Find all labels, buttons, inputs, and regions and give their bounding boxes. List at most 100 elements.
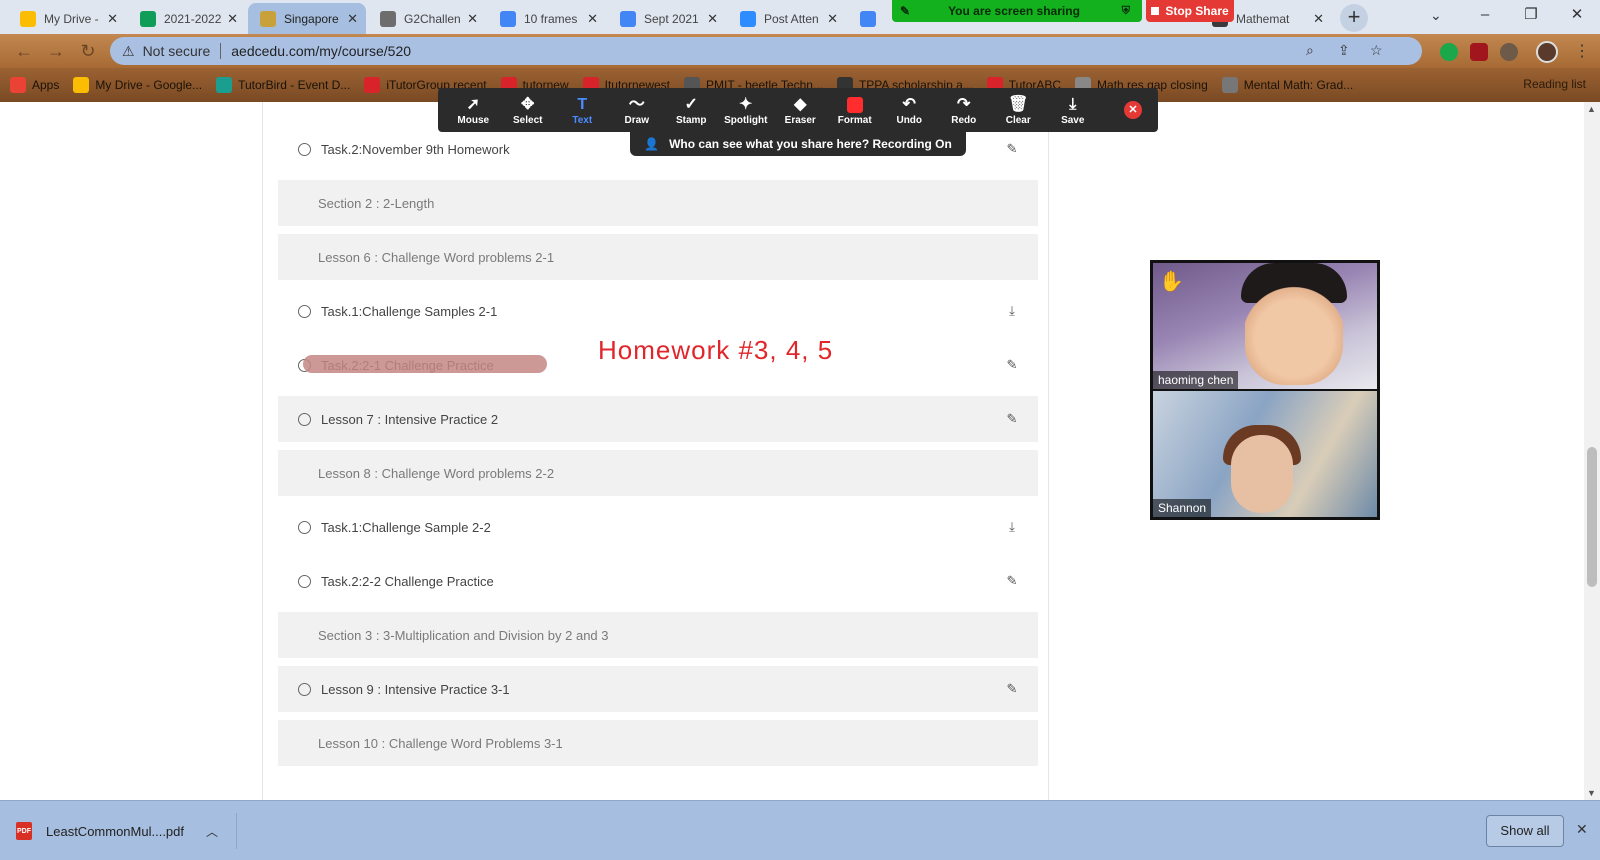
annotate-mouse-button[interactable]: ➚ Mouse <box>446 95 501 126</box>
task-row[interactable]: Task.2:2-2 Challenge Practice ✎ <box>278 558 1038 604</box>
download-item[interactable]: PDF LeastCommonMul....pdf ︿ <box>16 815 218 847</box>
save-icon: ⤓ <box>1069 95 1077 113</box>
restore-button[interactable]: ❐ <box>1508 0 1554 34</box>
annotate-save-button[interactable]: ⤓ Save <box>1046 95 1101 126</box>
video-tile[interactable]: ✋ haoming chen <box>1153 263 1377 389</box>
close-tab-icon[interactable]: ✕ <box>227 11 238 27</box>
radio-button[interactable] <box>298 412 311 426</box>
tab[interactable]: Singapore ✕ <box>248 3 366 34</box>
annotate-draw-button[interactable]: 〜 Draw <box>610 95 665 126</box>
close-annotation-icon[interactable]: ✕ <box>1124 101 1142 119</box>
annotate-select-button[interactable]: ✥ Select <box>501 95 556 126</box>
annotate-undo-button[interactable]: ↶ Undo <box>882 95 937 126</box>
tab-title: Singapore <box>284 11 339 26</box>
task-row[interactable]: Task.1:Challenge Samples 2-1 ⤓ <box>278 288 1038 334</box>
bookmark-item[interactable]: Mental Math: Grad... <box>1221 77 1353 93</box>
radio-button[interactable] <box>298 574 311 588</box>
lesson-row[interactable]: Lesson 8 : Challenge Word problems 2-2 <box>278 450 1038 496</box>
section-row[interactable]: Section 3 : 3-Multiplication and Divisio… <box>278 612 1038 658</box>
edit-icon[interactable]: ✎ <box>1002 141 1022 157</box>
close-tab-icon[interactable]: ✕ <box>107 11 118 27</box>
trash-icon: 🗑 <box>1008 95 1029 113</box>
tab[interactable]: 2021-2022 ✕ <box>128 3 246 34</box>
reload-icon[interactable]: ↻ <box>76 41 100 62</box>
tab[interactable]: S <box>848 3 888 34</box>
radio-button[interactable] <box>298 142 311 156</box>
annotate-eraser-button[interactable]: ◆ Eraser <box>773 95 828 126</box>
forward-icon[interactable]: → <box>44 41 68 62</box>
chevron-up-icon[interactable]: ︿ <box>206 823 218 840</box>
divider <box>236 813 237 849</box>
bookmark-star-icon[interactable]: ☆ <box>1370 42 1383 59</box>
bookmark-label: My Drive - Google... <box>95 78 203 92</box>
close-window-button[interactable]: ✕ <box>1554 0 1600 34</box>
annotate-clear-button[interactable]: 🗑 Clear <box>991 95 1046 126</box>
tab-favicon-icon <box>260 10 276 27</box>
zoom-lens-icon[interactable]: ⌕ <box>1306 42 1314 59</box>
row-label: Lesson 7 : Intensive Practice 2 <box>321 411 499 427</box>
scroll-down-icon[interactable]: ▼ <box>1587 788 1596 798</box>
address-bar[interactable]: ⚠ Not secure aedcedu.com/my/course/520 ⌕… <box>110 37 1422 65</box>
section-row[interactable]: Section 2 : 2-Length <box>278 180 1038 226</box>
edit-icon[interactable]: ✎ <box>1002 573 1022 589</box>
lesson-row[interactable]: Lesson 10 : Challenge Word Problems 3-1 <box>278 720 1038 766</box>
annotate-tool-label: Spotlight <box>724 114 768 126</box>
close-icon[interactable]: ✕ <box>1576 821 1588 838</box>
annotate-spotlight-button[interactable]: ✦ Spotlight <box>719 95 774 126</box>
scrollbar-thumb[interactable] <box>1587 447 1597 587</box>
menu-icon[interactable]: ⋮ <box>1574 41 1590 61</box>
download-icon[interactable]: ⤓ <box>1002 519 1022 535</box>
share-icon[interactable]: ⇪ <box>1338 42 1350 59</box>
bookmark-item[interactable]: Apps <box>10 77 59 93</box>
close-tab-icon[interactable]: ✕ <box>827 11 838 27</box>
puzzle-icon[interactable] <box>1500 43 1518 61</box>
minimize-button[interactable]: – <box>1462 0 1508 34</box>
video-panel[interactable]: ✋ haoming chen Shannon <box>1150 260 1380 520</box>
screen-sharing-indicator[interactable]: ✎ You are screen sharing ⛨ <box>892 0 1142 22</box>
tab[interactable]: 10 frames ✕ <box>488 3 606 34</box>
edit-icon[interactable]: ✎ <box>1002 681 1022 697</box>
back-icon[interactable]: ← <box>12 41 36 62</box>
edit-icon[interactable]: ✎ <box>1002 357 1022 373</box>
recording-banner[interactable]: 👤 Who can see what you share here? Recor… <box>630 132 966 156</box>
close-tab-icon[interactable]: ✕ <box>467 11 478 27</box>
close-tab-icon[interactable]: ✕ <box>587 11 598 27</box>
reading-list[interactable]: Reading list <box>1523 77 1586 91</box>
tab[interactable]: My Drive - ✕ <box>8 3 126 34</box>
close-tab-icon[interactable]: ✕ <box>347 11 358 27</box>
radio-button[interactable] <box>298 304 311 318</box>
annotate-format-button[interactable]: Format <box>828 95 883 126</box>
download-icon[interactable]: ⤓ <box>1002 303 1022 319</box>
annotate-redo-button[interactable]: ↷ Redo <box>937 95 992 126</box>
row-label: Lesson 9 : Intensive Practice 3-1 <box>321 681 510 697</box>
tab-favicon-icon <box>380 10 396 27</box>
lesson-row[interactable]: Lesson 9 : Intensive Practice 3-1 ✎ <box>278 666 1038 712</box>
close-tab-icon[interactable]: ✕ <box>707 11 718 27</box>
new-tab-button[interactable]: + <box>1340 4 1368 32</box>
bookmark-item[interactable]: My Drive - Google... <box>73 77 202 93</box>
stamp-icon: ✓ <box>684 95 698 113</box>
lesson-row[interactable]: Lesson 7 : Intensive Practice 2 ✎ <box>278 396 1038 442</box>
radio-button[interactable] <box>298 520 311 534</box>
tab[interactable]: G2Challen ✕ <box>368 3 486 34</box>
radio-button[interactable] <box>298 682 311 696</box>
video-tile[interactable]: Shannon <box>1153 391 1377 517</box>
stop-share-button[interactable]: Stop Share <box>1146 0 1234 22</box>
tab[interactable]: Sept 2021 ✕ <box>608 3 726 34</box>
ublock-icon[interactable] <box>1470 43 1488 61</box>
edit-icon[interactable]: ✎ <box>1002 411 1022 427</box>
show-all-button[interactable]: Show all <box>1486 815 1564 847</box>
annotate-stamp-button[interactable]: ✓ Stamp <box>664 95 719 126</box>
lesson-row[interactable]: Lesson 6 : Challenge Word problems 2-1 <box>278 234 1038 280</box>
pin-icon: ✎ <box>900 4 911 18</box>
task-row[interactable]: Task.1:Challenge Sample 2-2 ⤓ <box>278 504 1038 550</box>
annotate-text-button[interactable]: T Text <box>555 95 610 126</box>
close-tab-icon[interactable]: ✕ <box>1313 11 1324 27</box>
bookmark-item[interactable]: TutorBird - Event D... <box>216 77 350 93</box>
tab[interactable]: Post Atten ✕ <box>728 3 846 34</box>
extension-icon[interactable] <box>1440 43 1458 61</box>
download-bar: PDF LeastCommonMul....pdf ︿ Show all ✕ <box>0 800 1600 860</box>
profile-avatar[interactable] <box>1536 41 1558 63</box>
tab-search-icon[interactable]: ⌄ <box>1430 7 1442 24</box>
scroll-up-icon[interactable]: ▲ <box>1587 104 1596 114</box>
